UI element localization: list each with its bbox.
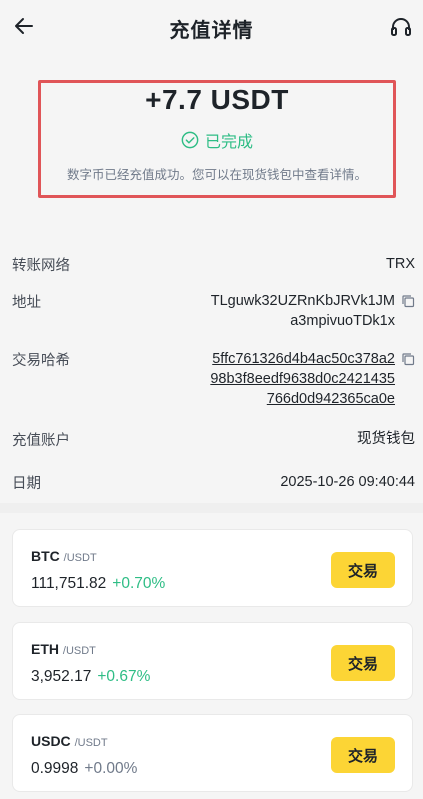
account-value: 现货钱包 <box>357 431 415 447</box>
network-label: 转账网络 <box>12 258 70 274</box>
copy-icon[interactable] <box>401 352 415 366</box>
trade-button[interactable]: 交易 <box>331 645 395 681</box>
hash-link[interactable]: 5ffc761326d4b4ac50c378a298b3f8eedf9638d0… <box>205 349 415 409</box>
market-price: 3,952.17 <box>31 668 92 685</box>
market-card[interactable]: ETH /USDT 3,952.17 +0.67% 交易 <box>12 622 413 700</box>
address-value: TLguwk32UZRnKbJRVk1JMa3mpivuoTDk1x <box>210 293 395 329</box>
market-symbol: USDC <box>31 733 71 749</box>
hash-label: 交易哈希 <box>12 353 70 369</box>
market-quote: /USDT <box>74 737 108 749</box>
trade-button[interactable]: 交易 <box>331 552 395 588</box>
deposit-note: 数字币已经充值成功。您可以在现货钱包中查看详情。 <box>66 168 367 182</box>
date-value: 2025-10-26 09:40:44 <box>280 474 415 490</box>
date-label: 日期 <box>12 476 41 492</box>
page-title: 充值详情 <box>169 19 254 42</box>
check-circle-icon <box>181 131 199 149</box>
account-label: 充值账户 <box>12 433 70 449</box>
headset-icon[interactable] <box>389 15 413 39</box>
market-card[interactable]: BTC /USDT 111,751.82 +0.70% 交易 <box>12 529 413 607</box>
market-change: +0.70% <box>112 575 166 592</box>
market-change: +0.67% <box>97 668 151 685</box>
market-price: 111,751.82 <box>31 575 107 592</box>
deposit-summary: +7.7 USDT 已完成 数字币已经充值成功。您可以在现货钱包中查看详情。 <box>38 80 396 198</box>
trade-button[interactable]: 交易 <box>331 737 395 773</box>
section-divider <box>0 503 423 513</box>
status-text: 已完成 <box>204 134 253 151</box>
market-symbol: ETH <box>31 641 59 657</box>
market-change: +0.00% <box>84 760 138 777</box>
header: 充值详情 <box>0 0 423 56</box>
deposit-amount: +7.7 USDT <box>145 84 289 115</box>
copy-icon[interactable] <box>401 294 415 308</box>
status-badge: 已完成 <box>41 128 393 152</box>
market-card[interactable]: USDC /USDT 0.9998 +0.00% 交易 <box>12 714 413 792</box>
market-price: 0.9998 <box>31 760 79 777</box>
market-quote: /USDT <box>62 645 96 657</box>
network-value: TRX <box>386 256 415 272</box>
market-symbol: BTC <box>31 548 60 564</box>
market-quote: /USDT <box>63 552 97 564</box>
address-label: 地址 <box>12 295 41 311</box>
arrow-left-icon[interactable] <box>12 14 36 38</box>
